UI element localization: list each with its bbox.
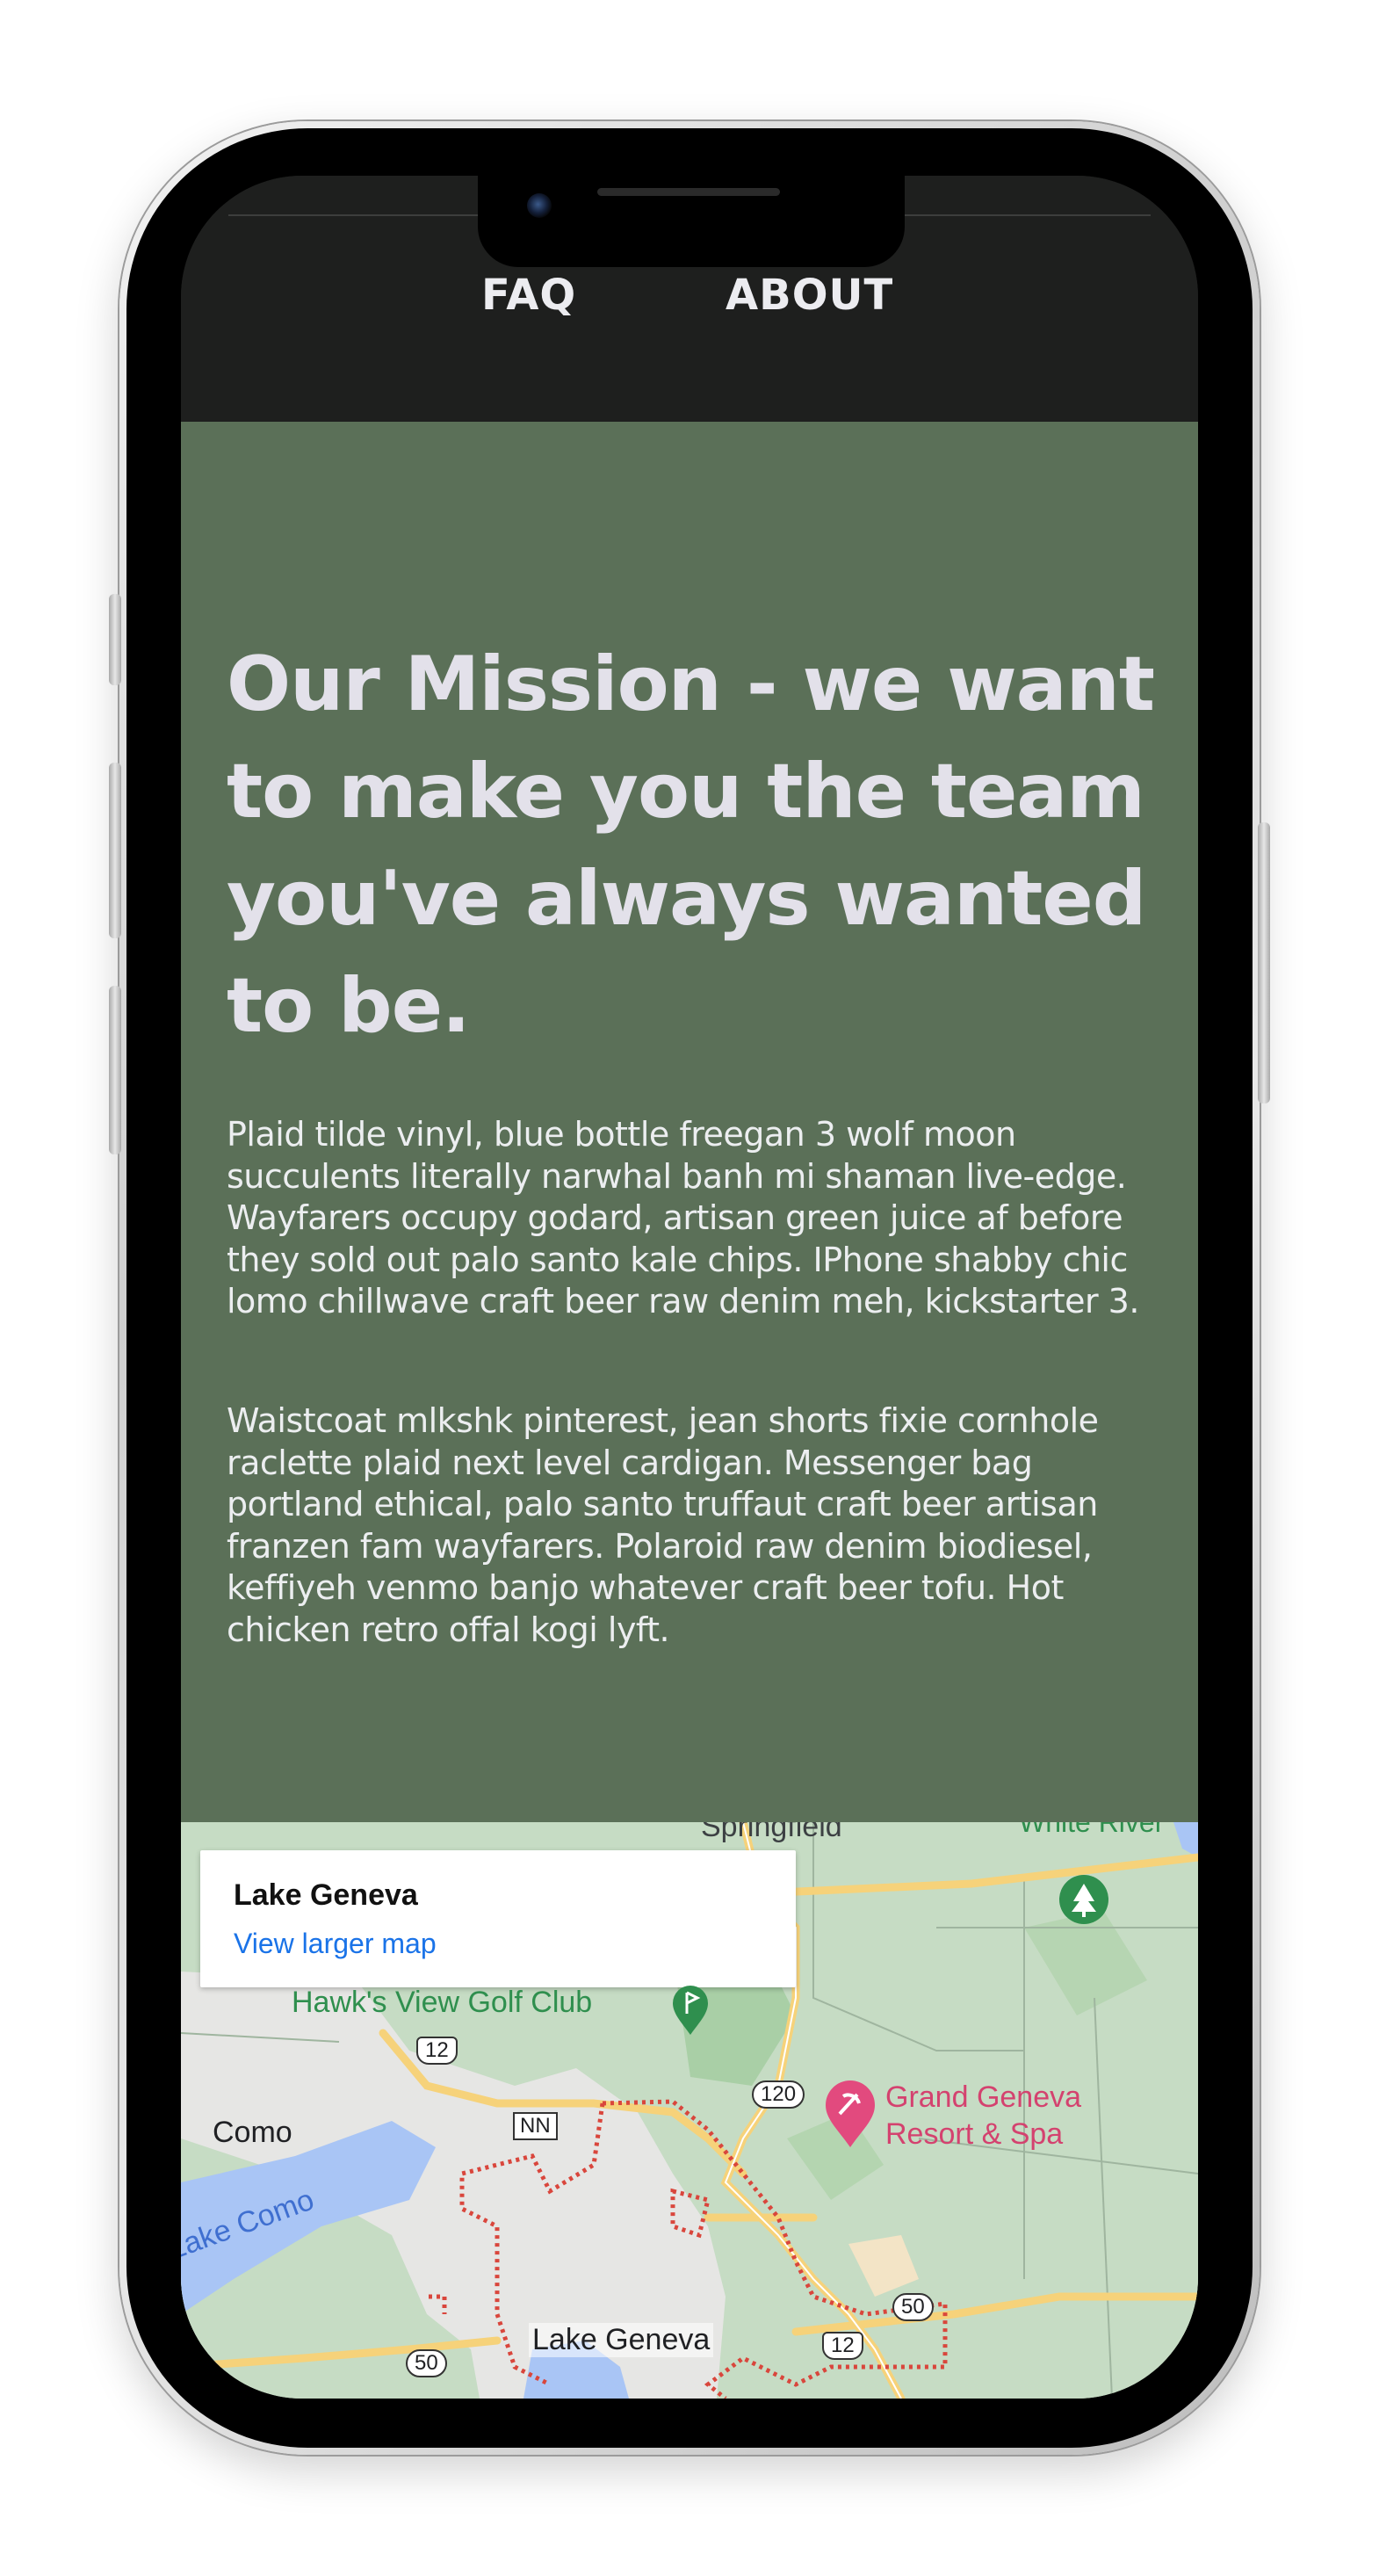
- map-label-resort-line1: Grand Geneva: [885, 2080, 1082, 2114]
- golf-icon: [669, 1984, 711, 2037]
- mission-section: Our Mission - we want to make you the te…: [181, 422, 1198, 1822]
- front-camera-icon: [527, 193, 552, 218]
- map-place-title: Lake Geneva: [234, 1878, 418, 1912]
- route-shield-us12-top: 12: [416, 2037, 458, 2065]
- mission-paragraph-1: Plaid tilde vinyl, blue bottle freegan 3…: [227, 1115, 1139, 1321]
- map-info-card: Lake Geneva View larger map: [200, 1850, 796, 1987]
- phone-speaker: [597, 188, 780, 196]
- map-label-lake-geneva: Lake Geneva: [529, 2323, 714, 2357]
- page: FAQ ABOUT Our Mission - we want to make …: [0, 0, 1379, 2576]
- phone-volume-up-button: [109, 763, 121, 938]
- route-shield-50-right: 50: [892, 2293, 934, 2321]
- tree-icon: [1059, 1875, 1108, 1924]
- phone-power-button: [1258, 822, 1270, 1103]
- view-larger-map-link[interactable]: View larger map: [234, 1928, 437, 1960]
- route-shield-50-left: 50: [406, 2349, 447, 2377]
- map-label-white-river: White River: [1019, 1822, 1165, 1838]
- phone-screen: FAQ ABOUT Our Mission - we want to make …: [181, 176, 1198, 2399]
- mission-paragraph-2: Waistcoat mlkshk pinterest, jean shorts …: [227, 1401, 1099, 1649]
- route-shield-us12-bottom: 12: [822, 2332, 863, 2360]
- phone-volume-down-button: [109, 986, 121, 1154]
- map-label-golf-club: Hawk's View Golf Club: [292, 1986, 593, 2019]
- map-label-springfield: Springfield: [701, 1822, 842, 1843]
- mission-heading: Our Mission - we want to make you the te…: [227, 640, 1155, 1050]
- map-label-como: Como: [213, 2116, 292, 2149]
- nav-link-faq[interactable]: FAQ: [481, 271, 576, 320]
- nav-link-about[interactable]: ABOUT: [726, 271, 893, 320]
- phone-silent-switch: [109, 594, 121, 685]
- route-shield-120: 120: [752, 2080, 805, 2109]
- embedded-map[interactable]: Lake Geneva View larger map Springfield …: [181, 1822, 1198, 2399]
- map-label-resort-line2: Resort & Spa: [885, 2117, 1064, 2151]
- route-shield-nn: NN: [513, 2112, 558, 2140]
- resort-pin-icon: [822, 2079, 878, 2149]
